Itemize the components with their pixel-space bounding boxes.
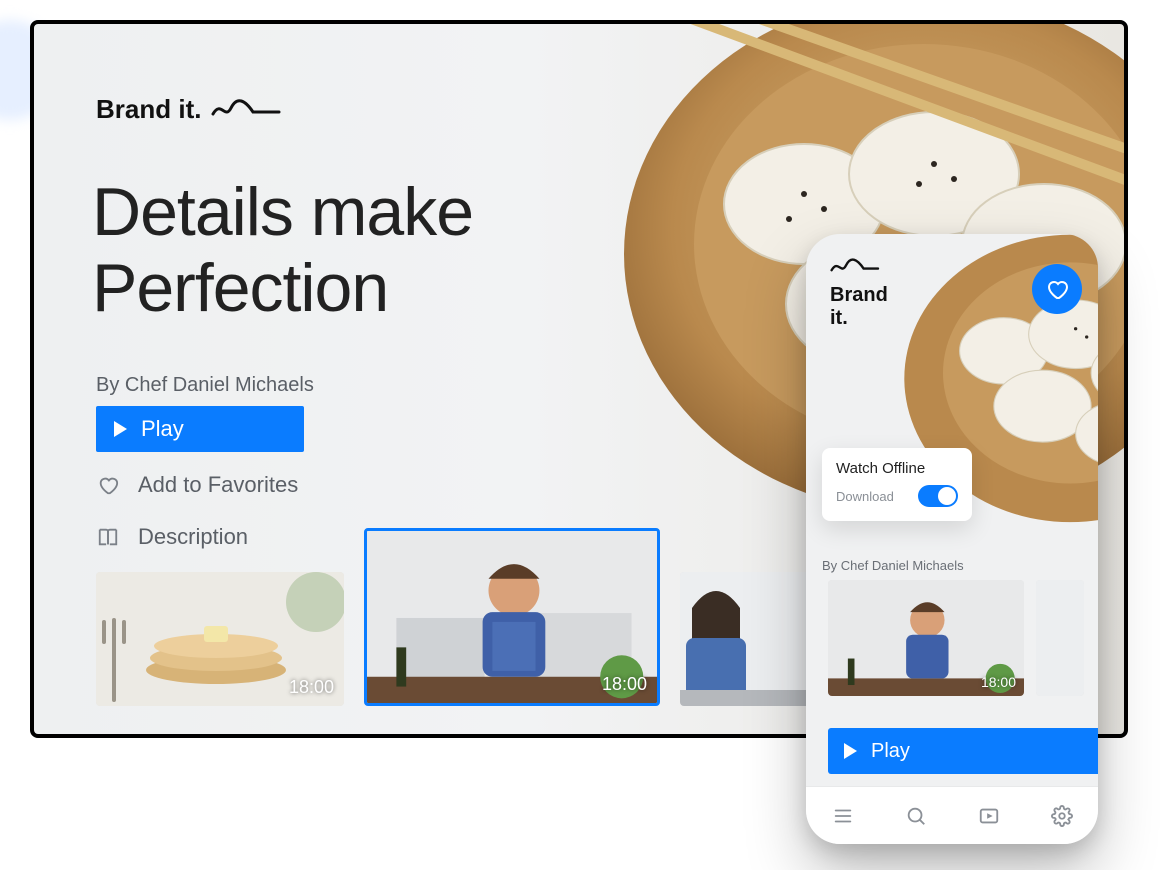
- nav-menu-icon[interactable]: [832, 805, 854, 827]
- favorites-label: Add to Favorites: [138, 472, 298, 498]
- mobile-play-button[interactable]: Play: [828, 728, 1098, 774]
- headline-line-2: Perfection: [92, 250, 388, 326]
- mobile-author-text: By Chef Daniel Michaels: [822, 558, 964, 573]
- thumbnail-duration: 18:00: [602, 674, 647, 695]
- thumbnail-pancakes[interactable]: 18:00: [96, 572, 344, 706]
- nav-video-icon[interactable]: [978, 805, 1000, 827]
- thumbnail-chef-woman[interactable]: [680, 572, 820, 706]
- headline: Details make Perfection: [92, 174, 473, 326]
- nav-settings-icon[interactable]: [1051, 805, 1073, 827]
- mobile-screen: Brand it. Watch Offline Download By Chef…: [806, 234, 1098, 844]
- description-button[interactable]: Description: [96, 524, 248, 550]
- brand-name: Brand it.: [96, 94, 201, 125]
- add-to-favorites-button[interactable]: Add to Favorites: [96, 472, 298, 498]
- book-icon: [96, 525, 120, 549]
- play-button[interactable]: Play: [96, 406, 304, 452]
- heart-icon: [1045, 277, 1069, 301]
- mobile-thumbnail-chef-woman[interactable]: [1036, 580, 1084, 696]
- play-label: Play: [141, 416, 184, 442]
- brand-logo: Brand it.: [96, 94, 281, 125]
- mobile-thumbnail-duration: 18:00: [981, 674, 1016, 690]
- play-icon: [114, 421, 127, 437]
- mobile-play-label: Play: [871, 740, 910, 763]
- thumbnail-chef-man[interactable]: 18:00: [364, 528, 660, 706]
- thumbnail-duration: 18:00: [289, 677, 334, 698]
- headline-line-1: Details make: [92, 174, 473, 250]
- brand-scribble-icon: [211, 98, 281, 122]
- mobile-thumbnail-chef-man[interactable]: 18:00: [828, 580, 1024, 696]
- watch-offline-card: Watch Offline Download: [822, 448, 972, 521]
- download-toggle[interactable]: [918, 485, 958, 507]
- mobile-brand-logo: Brand it.: [830, 284, 888, 330]
- description-label: Description: [138, 524, 248, 550]
- mobile-bottom-nav: [806, 786, 1098, 844]
- heart-icon: [96, 473, 120, 497]
- watch-offline-title: Watch Offline: [836, 460, 958, 477]
- favorite-fab-button[interactable]: [1032, 264, 1082, 314]
- mobile-thumbnail-row: 18:00: [828, 580, 1084, 696]
- mobile-brand-scribble-icon: [830, 256, 886, 278]
- mobile-brand-line-1: Brand: [830, 284, 888, 306]
- mobile-brand-line-2: it.: [830, 307, 848, 329]
- download-label: Download: [836, 489, 894, 504]
- nav-search-icon[interactable]: [905, 805, 927, 827]
- play-icon: [844, 743, 857, 759]
- thumbnail-row: 18:00 18:00: [96, 572, 820, 706]
- author-text: By Chef Daniel Michaels: [96, 374, 314, 397]
